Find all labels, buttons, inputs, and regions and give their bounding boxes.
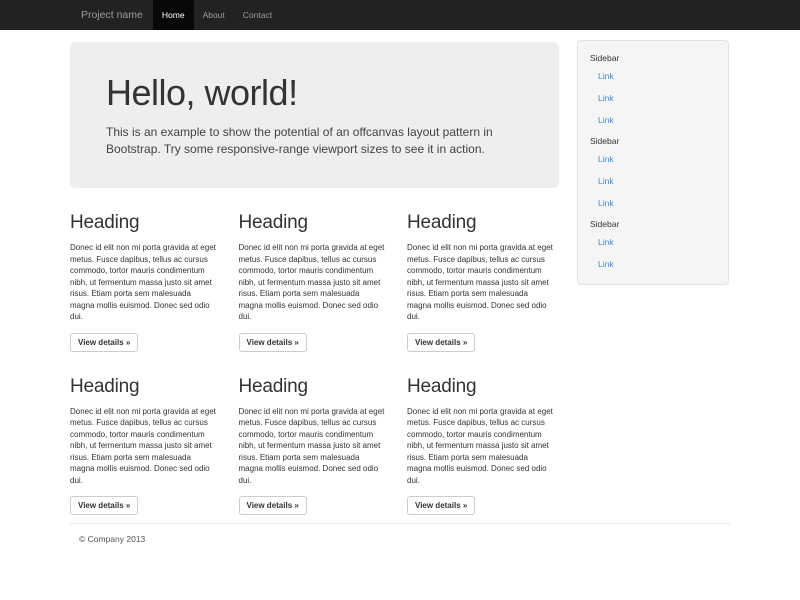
sidebar-link[interactable]: Link <box>578 170 728 192</box>
navbar-container: Project name Home About Contact <box>70 0 730 30</box>
sidebar-link[interactable]: Link <box>578 253 728 275</box>
view-details-button[interactable]: View details » <box>70 333 138 352</box>
sidebar-link[interactable]: Link <box>578 109 728 131</box>
card-heading: Heading <box>407 212 560 234</box>
nav-item-home: Home <box>153 0 194 30</box>
footer-divider <box>70 523 730 524</box>
main-column: Hello, world! This is an example to show… <box>70 30 559 515</box>
jumbotron-lead: This is an example to show the potential… <box>106 124 523 158</box>
cards-row-2: Heading Donec id elit non mi porta gravi… <box>70 352 559 516</box>
card-heading: Heading <box>239 212 392 234</box>
card-heading: Heading <box>407 376 560 398</box>
nav-item-contact: Contact <box>234 0 281 30</box>
page-title: Hello, world! <box>106 72 523 114</box>
card-2: Heading Donec id elit non mi porta gravi… <box>239 188 392 352</box>
navbar-brand[interactable]: Project name <box>70 0 153 30</box>
sidebar-link[interactable]: Link <box>578 192 728 214</box>
sidebar-link[interactable]: Link <box>578 65 728 87</box>
view-details-button[interactable]: View details » <box>239 496 307 515</box>
nav-link-home[interactable]: Home <box>153 0 194 30</box>
card-heading: Heading <box>239 376 392 398</box>
view-details-button[interactable]: View details » <box>70 496 138 515</box>
copyright-text: © Company 2013 <box>70 534 730 544</box>
card-4: Heading Donec id elit non mi porta gravi… <box>70 352 223 516</box>
cards-row-1: Heading Donec id elit non mi porta gravi… <box>70 188 559 352</box>
sidebar-group-title: Sidebar <box>578 48 728 65</box>
top-navbar: Project name Home About Contact <box>0 0 800 30</box>
nav-link-contact[interactable]: Contact <box>234 0 281 30</box>
view-details-button[interactable]: View details » <box>239 333 307 352</box>
card-body-text: Donec id elit non mi porta gravida at eg… <box>70 406 223 487</box>
page-footer: © Company 2013 <box>70 534 730 544</box>
sidebar-group-3: Sidebar Link Link <box>578 214 728 275</box>
card-heading: Heading <box>70 212 223 234</box>
card-body-text: Donec id elit non mi porta gravida at eg… <box>407 242 560 323</box>
nav-link-about[interactable]: About <box>194 0 234 30</box>
navbar-menu: Home About Contact <box>153 0 281 30</box>
main-container: Hello, world! This is an example to show… <box>70 30 730 544</box>
jumbotron: Hello, world! This is an example to show… <box>70 42 559 188</box>
card-3: Heading Donec id elit non mi porta gravi… <box>407 188 560 352</box>
card-1: Heading Donec id elit non mi porta gravi… <box>70 188 223 352</box>
sidebar-group-title: Sidebar <box>578 131 728 148</box>
sidebar-group-title: Sidebar <box>578 214 728 231</box>
card-5: Heading Donec id elit non mi porta gravi… <box>239 352 392 516</box>
card-body-text: Donec id elit non mi porta gravida at eg… <box>239 242 392 323</box>
card-body-text: Donec id elit non mi porta gravida at eg… <box>239 406 392 487</box>
card-6: Heading Donec id elit non mi porta gravi… <box>407 352 560 516</box>
view-details-button[interactable]: View details » <box>407 333 475 352</box>
card-body-text: Donec id elit non mi porta gravida at eg… <box>70 242 223 323</box>
card-body-text: Donec id elit non mi porta gravida at eg… <box>407 406 560 487</box>
content-row: Hello, world! This is an example to show… <box>70 30 730 515</box>
sidebar-group-2: Sidebar Link Link Link <box>578 131 728 214</box>
sidebar-link[interactable]: Link <box>578 231 728 253</box>
nav-item-about: About <box>194 0 234 30</box>
sidebar-link[interactable]: Link <box>578 148 728 170</box>
view-details-button[interactable]: View details » <box>407 496 475 515</box>
card-heading: Heading <box>70 376 223 398</box>
sidebar-link[interactable]: Link <box>578 87 728 109</box>
sidebar-panel: Sidebar Link Link Link Sidebar Link Link… <box>577 40 729 285</box>
sidebar-group-1: Sidebar Link Link Link <box>578 48 728 131</box>
